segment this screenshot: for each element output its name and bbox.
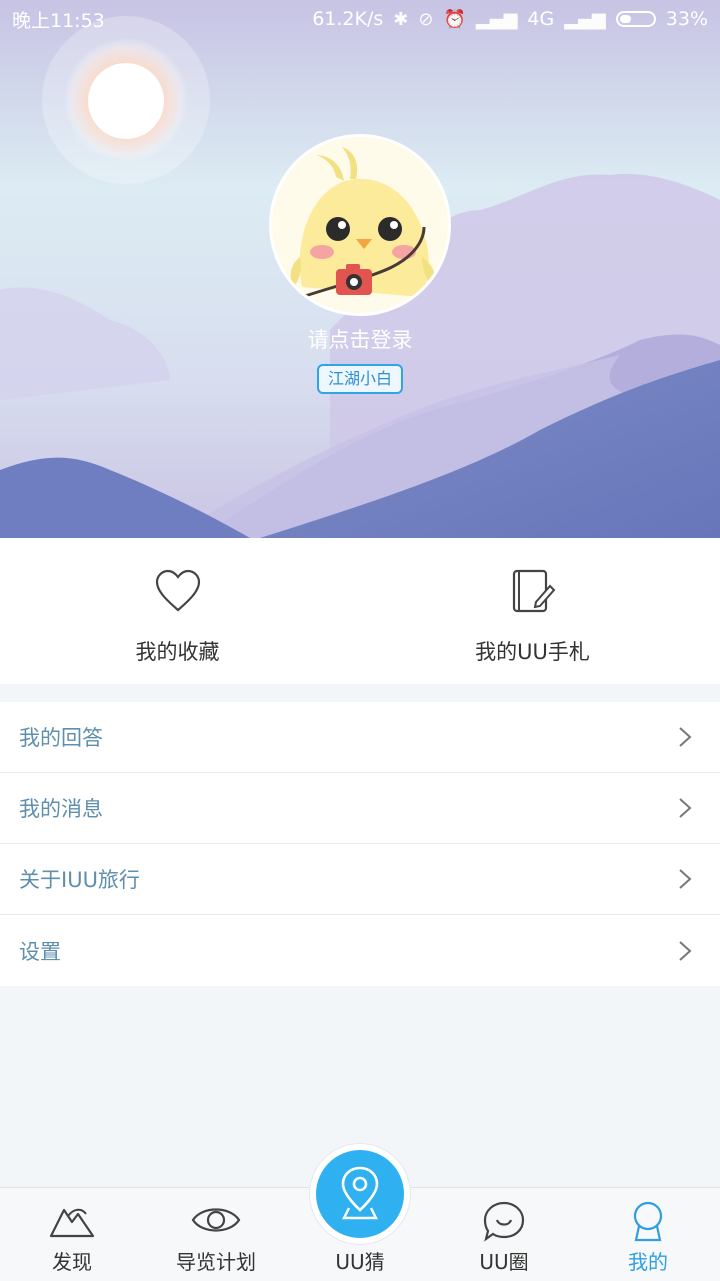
login-prompt[interactable]: 请点击登录 bbox=[0, 324, 720, 354]
favorites-button[interactable]: 我的收藏 bbox=[0, 538, 355, 684]
battery-icon bbox=[615, 11, 656, 27]
mute-icon: ⊘ bbox=[418, 8, 434, 30]
avatar[interactable] bbox=[269, 134, 451, 316]
tab-label: UU猜 bbox=[335, 1250, 385, 1274]
heart-icon bbox=[155, 569, 200, 612]
menu-label: 我的消息 bbox=[19, 797, 103, 821]
settings-menu: 我的回答 我的消息 关于IUU旅行 设置 bbox=[0, 702, 720, 986]
menu-item-my-messages[interactable]: 我的消息 bbox=[0, 773, 720, 844]
tab-label: UU圈 bbox=[479, 1250, 529, 1274]
mountain-icon bbox=[49, 1208, 95, 1238]
uu-notes-label: 我的UU手札 bbox=[475, 640, 590, 664]
network-type: 4G bbox=[527, 8, 555, 30]
uu-notes-button[interactable]: 我的UU手札 bbox=[355, 538, 710, 684]
chat-bubble-icon bbox=[483, 1201, 525, 1242]
tab-label: 发现 bbox=[52, 1250, 92, 1274]
bluetooth-icon: ✱ bbox=[393, 8, 409, 30]
network-speed: 61.2K/s bbox=[312, 8, 384, 30]
location-pin-icon bbox=[341, 1166, 379, 1220]
signal-icon: ▂▄▆ bbox=[475, 8, 518, 30]
tab-mine[interactable]: 我的 bbox=[576, 1188, 720, 1281]
rank-badge: 江湖小白 bbox=[317, 364, 403, 394]
tab-label: 我的 bbox=[628, 1250, 668, 1274]
menu-item-my-answers[interactable]: 我的回答 bbox=[0, 702, 720, 773]
tab-discover[interactable]: 发现 bbox=[0, 1188, 144, 1281]
signal-icon-2: ▂▄▆ bbox=[564, 8, 606, 30]
tab-guide-plan[interactable]: 导览计划 bbox=[144, 1188, 288, 1281]
chevron-right-icon bbox=[679, 869, 692, 889]
menu-item-settings[interactable]: 设置 bbox=[0, 915, 720, 986]
status-bar: 晚上11:53 61.2K/s ✱ ⊘ ⏰ ▂▄▆ 4G ▂▄▆ 33% bbox=[0, 0, 720, 38]
uu-guess-center-button[interactable] bbox=[310, 1144, 410, 1244]
favorites-label: 我的收藏 bbox=[135, 640, 220, 664]
chevron-right-icon bbox=[679, 940, 692, 961]
menu-label: 我的回答 bbox=[19, 726, 103, 750]
status-time: 晚上11:53 bbox=[12, 9, 105, 32]
tab-label: 导览计划 bbox=[176, 1250, 256, 1274]
alarm-icon: ⏰ bbox=[443, 8, 466, 30]
chevron-right-icon bbox=[679, 798, 692, 818]
bird-mascot-icon bbox=[290, 147, 435, 299]
status-indicators: 61.2K/s ✱ ⊘ ⏰ ▂▄▆ 4G ▂▄▆ 33% bbox=[312, 8, 708, 30]
quick-actions: 我的收藏 我的UU手札 bbox=[0, 538, 720, 684]
tab-uu-circle[interactable]: UU圈 bbox=[432, 1188, 576, 1281]
menu-item-about[interactable]: 关于IUU旅行 bbox=[0, 844, 720, 915]
person-icon bbox=[633, 1201, 663, 1242]
menu-label: 设置 bbox=[19, 939, 61, 964]
center-button-fill bbox=[316, 1150, 404, 1238]
eye-icon bbox=[191, 1208, 241, 1232]
battery-percent: 33% bbox=[665, 8, 708, 30]
chevron-right-icon bbox=[679, 727, 692, 747]
notebook-icon bbox=[512, 569, 555, 613]
profile-header: 晚上11:53 61.2K/s ✱ ⊘ ⏰ ▂▄▆ 4G ▂▄▆ 33% 请点击… bbox=[0, 0, 720, 538]
menu-label: 关于IUU旅行 bbox=[19, 868, 140, 892]
